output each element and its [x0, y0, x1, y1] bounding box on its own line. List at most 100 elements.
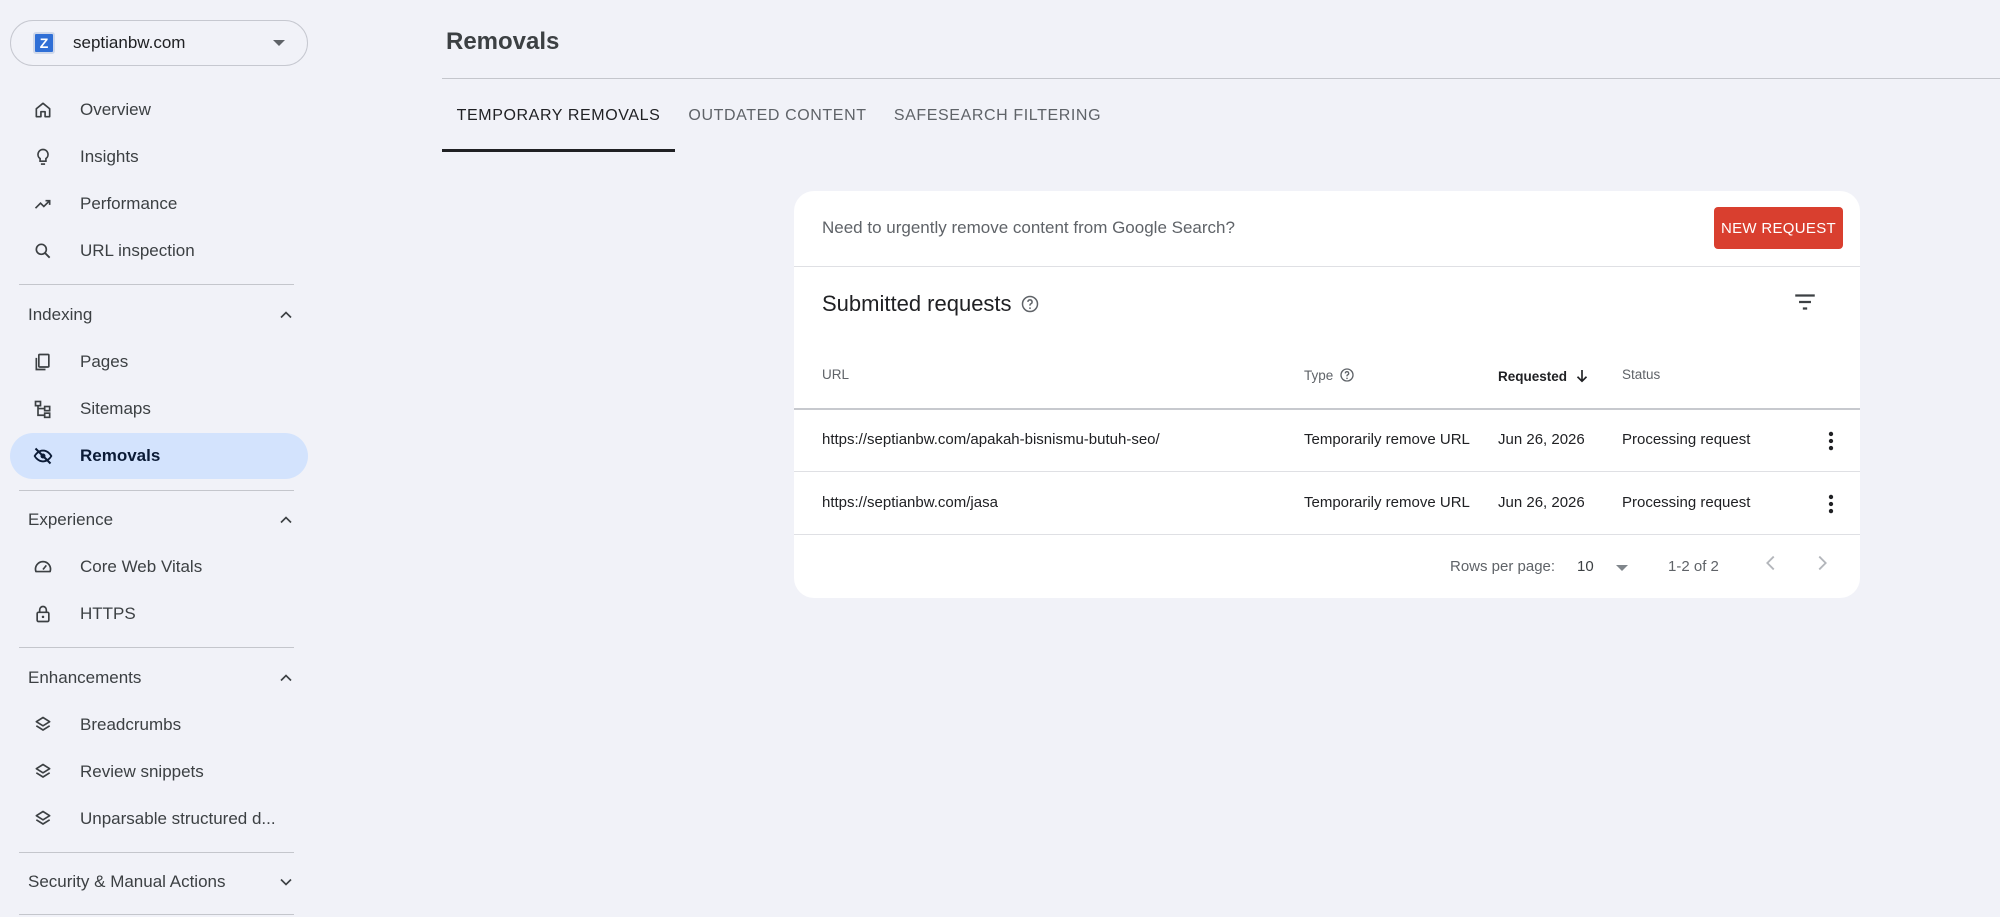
- dropdown-caret-icon: [273, 40, 285, 46]
- sidebar-item-https[interactable]: HTTPS: [10, 591, 308, 637]
- column-header-label: URL: [822, 367, 850, 382]
- page-title: Removals: [446, 28, 560, 55]
- column-header-url: URL: [822, 367, 849, 382]
- card-header: Need to urgently remove content from Goo…: [794, 191, 1860, 267]
- sidebar-divider: [19, 490, 294, 491]
- sidebar-item-breadcrumbs[interactable]: Breadcrumbs: [10, 702, 308, 748]
- tab-safesearch-filtering[interactable]: SAFESEARCH FILTERING: [880, 80, 1115, 152]
- filter-icon[interactable]: [1792, 289, 1818, 315]
- sidebar-item-unparsable-structured-data[interactable]: Unparsable structured d...: [10, 796, 308, 842]
- sidebar-item-review-snippets[interactable]: Review snippets: [10, 749, 308, 795]
- sidebar-item-label: Performance: [80, 194, 178, 213]
- chevron-down-icon: [280, 878, 292, 886]
- rows-per-page-label: Rows per page:: [1450, 558, 1556, 575]
- row-status: Processing request: [1622, 494, 1751, 511]
- column-header-label: Status: [1622, 367, 1661, 382]
- row-requested: Jun 26, 2026: [1498, 431, 1585, 448]
- section-header-experience[interactable]: Experience: [10, 500, 308, 540]
- next-page-button[interactable]: [1804, 545, 1840, 581]
- row-requested: Jun 26, 2026: [1498, 494, 1585, 511]
- sidebar-item-removals[interactable]: Removals: [10, 433, 308, 479]
- help-icon[interactable]: [1339, 367, 1355, 383]
- section-label: Indexing: [28, 305, 93, 324]
- sidebar-item-overview[interactable]: Overview: [10, 87, 308, 133]
- chevron-right-icon: [1818, 555, 1827, 571]
- pagination-range: 1-2 of 2: [1668, 558, 1719, 575]
- row-url: https://septianbw.com/apakah-bisnismu-bu…: [822, 431, 1160, 448]
- sidebar-item-sitemaps[interactable]: Sitemaps: [10, 386, 308, 432]
- layers-icon: [32, 714, 54, 736]
- row-url: https://septianbw.com/jasa: [822, 494, 998, 511]
- sidebar-item-label: Breadcrumbs: [80, 715, 182, 734]
- tab-temporary-removals[interactable]: TEMPORARY REMOVALS: [442, 80, 675, 152]
- column-header-status: Status: [1622, 367, 1660, 382]
- home-icon: [32, 99, 54, 121]
- sidebar-item-url-inspection[interactable]: URL inspection: [10, 228, 308, 274]
- search-icon: [32, 240, 54, 262]
- sidebar-item-label: Review snippets: [80, 762, 204, 781]
- more-vert-icon[interactable]: [1818, 428, 1844, 454]
- pages-icon: [32, 351, 54, 373]
- sidebar-item-label: Core Web Vitals: [80, 557, 203, 576]
- sidebar-item-label: Unparsable structured d...: [80, 809, 276, 828]
- new-request-button[interactable]: NEW REQUEST: [1714, 207, 1843, 249]
- row-status: Processing request: [1622, 431, 1751, 448]
- section-header-enhancements[interactable]: Enhancements: [10, 658, 308, 698]
- help-icon[interactable]: [1020, 294, 1040, 314]
- rows-per-page-select[interactable]: 10: [1577, 551, 1645, 581]
- sidebar-divider: [19, 852, 294, 853]
- sidebar-item-performance[interactable]: Performance: [10, 181, 308, 227]
- section-label: Security & Manual Actions: [28, 872, 226, 891]
- section-header-indexing[interactable]: Indexing: [10, 295, 308, 335]
- property-selector[interactable]: Z septianbw.com: [10, 20, 308, 66]
- arrow-down-icon: [1576, 370, 1588, 383]
- row-type: Temporarily remove URL: [1304, 431, 1470, 448]
- sidebar-item-label: Removals: [80, 446, 161, 465]
- chevron-left-icon: [1766, 555, 1775, 571]
- chevron-up-icon: [280, 674, 292, 682]
- sidebar-item-insights[interactable]: Insights: [10, 134, 308, 180]
- lock-icon: [32, 603, 54, 625]
- sidebar-item-label: Insights: [80, 147, 139, 166]
- table-row[interactable]: https://septianbw.com/jasa Temporarily r…: [794, 473, 1860, 535]
- tab-outdated-content[interactable]: OUTDATED CONTENT: [675, 80, 880, 152]
- submitted-requests-title: Submitted requests: [822, 291, 1012, 316]
- sidebar: Z septianbw.com Overview Insights Perfor…: [0, 0, 310, 917]
- submitted-requests-heading: Submitted requests: [822, 291, 1040, 317]
- title-divider: [442, 78, 2000, 79]
- speedometer-icon: [32, 556, 54, 578]
- layers-icon: [32, 808, 54, 830]
- urgent-removal-prompt: Need to urgently remove content from Goo…: [822, 218, 1235, 237]
- sidebar-item-core-web-vitals[interactable]: Core Web Vitals: [10, 544, 308, 590]
- trending-up-icon: [32, 193, 54, 215]
- rows-per-page-value: 10: [1577, 558, 1594, 575]
- table-row[interactable]: https://septianbw.com/apakah-bisnismu-bu…: [794, 410, 1860, 472]
- section-header-security[interactable]: Security & Manual Actions: [10, 862, 308, 902]
- visibility-off-icon: [32, 445, 54, 467]
- dropdown-caret-icon: [1616, 565, 1628, 571]
- sidebar-item-label: Pages: [80, 352, 129, 371]
- previous-page-button[interactable]: [1753, 545, 1789, 581]
- column-header-label: Requested: [1498, 368, 1568, 384]
- chevron-up-icon: [280, 311, 292, 319]
- sidebar-item-label: Overview: [80, 100, 151, 119]
- sidebar-divider: [19, 647, 294, 648]
- section-label: Experience: [28, 510, 114, 529]
- sitemap-icon: [32, 398, 54, 420]
- row-type: Temporarily remove URL: [1304, 494, 1470, 511]
- sidebar-item-label: HTTPS: [80, 604, 136, 623]
- removals-card: Need to urgently remove content from Goo…: [794, 191, 1860, 598]
- sidebar-item-label: Sitemaps: [80, 399, 151, 418]
- column-header-label: Type: [1304, 367, 1334, 383]
- layers-icon: [32, 761, 54, 783]
- sidebar-divider: [19, 284, 294, 285]
- property-favicon: Z: [33, 32, 55, 54]
- section-label: Enhancements: [28, 668, 142, 687]
- property-name: septianbw.com: [73, 33, 186, 52]
- sidebar-item-pages[interactable]: Pages: [10, 339, 308, 385]
- column-header-type: Type: [1304, 367, 1355, 383]
- sidebar-divider: [19, 914, 294, 915]
- more-vert-icon[interactable]: [1818, 491, 1844, 517]
- lightbulb-icon: [32, 146, 54, 168]
- column-header-requested[interactable]: Requested: [1498, 367, 1591, 385]
